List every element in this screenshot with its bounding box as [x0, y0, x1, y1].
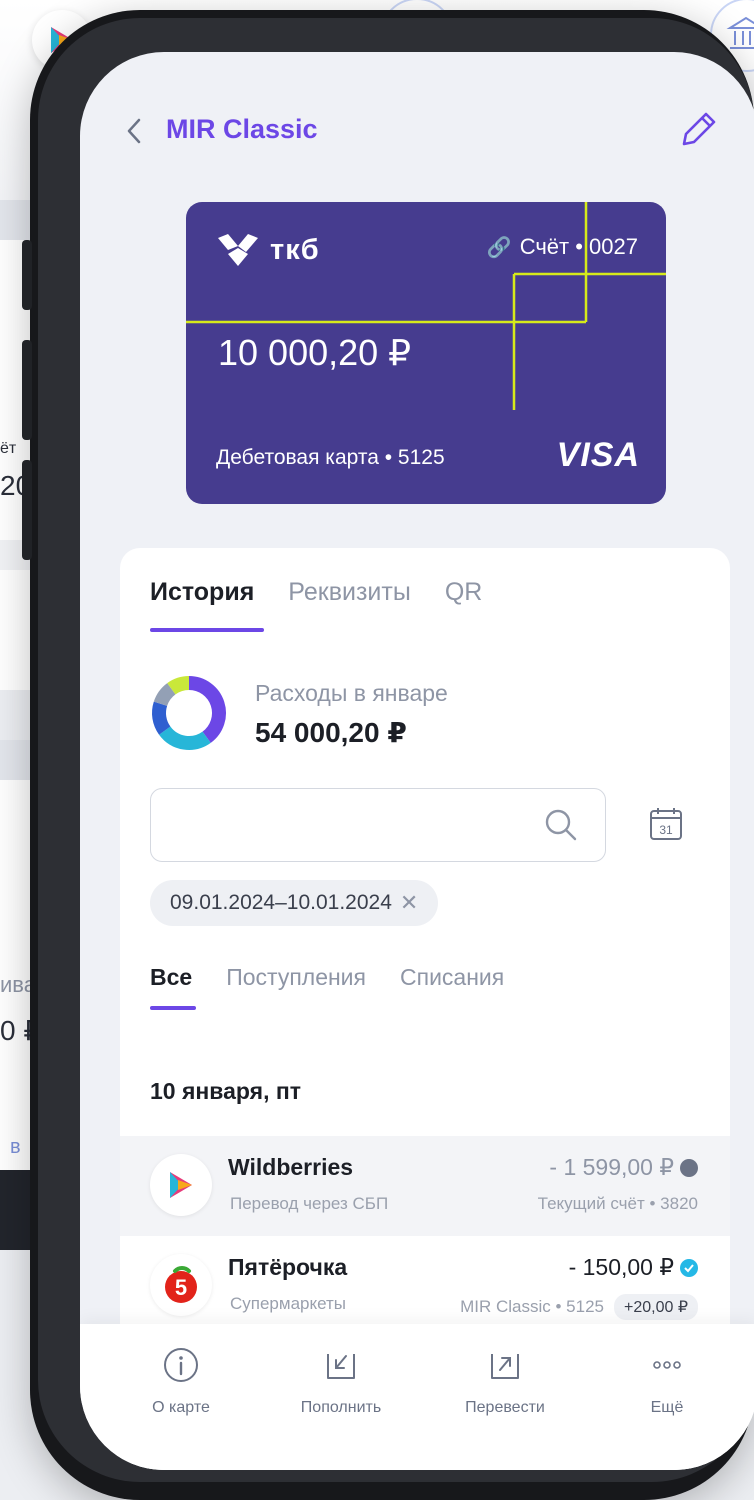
close-icon[interactable]: ✕: [400, 890, 418, 916]
phone-screen: MIR Classic ткб 🔗 Счёт • 0027 10 000,20 …: [80, 52, 754, 1470]
expenses-amount: 54 000,20 ₽: [255, 717, 407, 748]
page-title: MIR Classic: [166, 114, 318, 144]
pyaterochka-logo-icon: 5: [165, 1266, 197, 1303]
transaction-category: Супермаркеты: [230, 1294, 347, 1313]
nav-label: Перевести: [465, 1399, 545, 1416]
bank-card[interactable]: ткб 🔗 Счёт • 0027 10 000,20 ₽ Дебетовая …: [186, 202, 666, 504]
donut-segment: [167, 676, 190, 695]
transaction-account: MIR Classic • 5125 +20,00 ₽: [460, 1294, 698, 1320]
date-filter-chip[interactable]: 09.01.2024–10.01.2024 ✕: [150, 880, 439, 926]
bonus-badge: +20,00 ₽: [613, 1294, 698, 1320]
donut-segment: [188, 676, 226, 743]
phone-frame: MIR Classic ткб 🔗 Счёт • 0027 10 000,20 …: [22, 10, 754, 1500]
nav-top-up[interactable]: Пополнить: [276, 1346, 406, 1417]
card-account-label: Счёт • 0027: [519, 234, 638, 259]
active-tab-indicator: [150, 628, 264, 632]
svg-text:5: 5: [175, 1275, 187, 1300]
tab-history[interactable]: История: [150, 578, 254, 607]
transaction-account-label: Текущий счёт • 3820: [537, 1194, 698, 1213]
nav-about-card[interactable]: О карте: [116, 1346, 246, 1417]
nav-label: Ещё: [650, 1399, 684, 1416]
info-icon: [164, 1348, 198, 1382]
transaction-name: Пятёрочка: [228, 1254, 348, 1280]
check-icon: [680, 1258, 698, 1277]
merchant-avatar: [150, 1154, 212, 1216]
calendar-button[interactable]: 31: [648, 806, 684, 847]
transaction-amount: - 1 599,00 ₽: [549, 1154, 698, 1181]
merchant-avatar: 5: [150, 1254, 212, 1316]
tab-incoming[interactable]: Поступления: [226, 964, 366, 991]
tab-requisites[interactable]: Реквизиты: [288, 578, 411, 607]
date-group-header: 10 января, пт: [150, 1078, 302, 1104]
back-button[interactable]: [124, 116, 144, 154]
pencil-icon: [682, 112, 716, 146]
visa-logo: VISA: [556, 436, 640, 474]
phone-side-button: [22, 340, 32, 440]
transaction-row[interactable]: 5 Пятёрочка Супермаркеты - 150,00 ₽ MIR …: [120, 1236, 730, 1336]
nav-transfer[interactable]: Перевести: [440, 1346, 570, 1417]
expenses-donut-chart[interactable]: [150, 674, 228, 752]
calendar-icon: 31: [650, 808, 682, 840]
bank-name: ткб: [270, 233, 320, 266]
bottom-nav: О карте Пополнить Перевести Ещё: [80, 1324, 754, 1470]
transaction-name: Wildberries: [228, 1154, 354, 1180]
transaction-account-label: MIR Classic • 5125: [460, 1297, 604, 1316]
date-filter-label: 09.01.2024–10.01.2024: [170, 891, 392, 914]
status-icon: [680, 1158, 698, 1177]
tkb-logo-icon: [218, 234, 258, 266]
donut-segment: [153, 683, 176, 707]
filter-tabs: Все Поступления Списания: [150, 964, 504, 991]
phone-side-button: [22, 460, 32, 560]
chevron-left-icon: [127, 118, 141, 144]
donut-segment: [159, 726, 211, 750]
tab-qr[interactable]: QR: [445, 578, 483, 607]
donut-segment: [152, 701, 171, 735]
top-bar: MIR Classic: [80, 108, 754, 158]
transaction-amount: - 150,00 ₽: [569, 1254, 698, 1281]
wildberries-logo-icon: [170, 1172, 192, 1198]
phone-side-button: [22, 240, 32, 310]
transaction-row[interactable]: Wildberries Перевод через СБП - 1 599,00…: [120, 1136, 730, 1236]
tab-outgoing[interactable]: Списания: [400, 964, 504, 991]
link-icon: 🔗: [486, 236, 512, 259]
main-tabs: История Реквизиты QR: [150, 578, 482, 607]
nav-label: Пополнить: [300, 1399, 382, 1416]
search-icon: [545, 809, 577, 841]
card-balance: 10 000,20 ₽: [218, 332, 412, 373]
transaction-amount-value: - 1 599,00 ₽: [549, 1154, 674, 1180]
bank-brand: ткб: [216, 232, 320, 268]
transaction-amount-value: - 150,00 ₽: [568, 1254, 674, 1280]
nav-more[interactable]: Ещё: [602, 1346, 732, 1417]
transfer-icon: [491, 1354, 519, 1379]
background-text: ёт: [0, 440, 17, 457]
search-input[interactable]: [150, 788, 606, 862]
card-type: Дебетовая карта • 5125: [216, 446, 445, 469]
transaction-category: Перевод через СБП: [230, 1194, 389, 1213]
background-text: в: [10, 1136, 21, 1158]
transaction-account: Текущий счёт • 3820: [538, 1194, 698, 1214]
edit-button[interactable]: [676, 108, 720, 157]
top-up-icon: [327, 1354, 355, 1379]
expenses-label: Расходы в январе: [255, 680, 448, 706]
nav-label: О карте: [152, 1399, 210, 1416]
more-icon: [653, 1361, 681, 1369]
tab-all[interactable]: Все: [150, 964, 192, 991]
svg-text:31: 31: [659, 823, 673, 837]
card-account: 🔗 Счёт • 0027: [487, 234, 638, 260]
active-filter-indicator: [150, 1006, 196, 1010]
